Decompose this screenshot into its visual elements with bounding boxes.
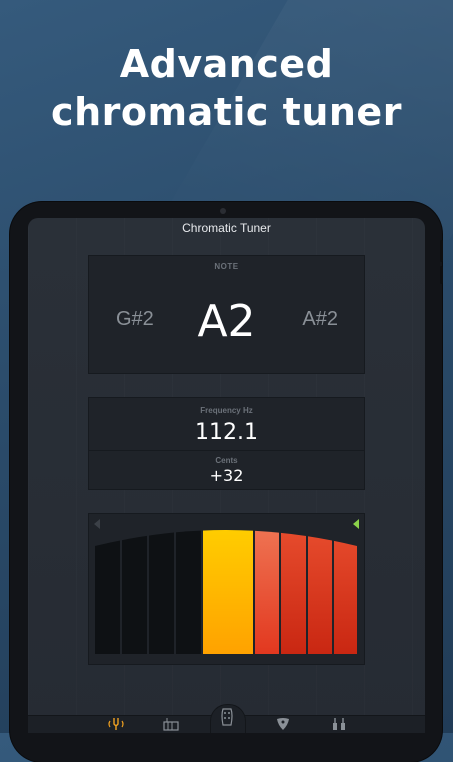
tablet-side-button (440, 266, 443, 284)
meter-bar (122, 530, 147, 654)
meter-bar (95, 530, 120, 654)
pick-tab[interactable] (268, 716, 298, 733)
headline-line-1: Advanced (119, 42, 334, 86)
meter-bar (149, 530, 174, 654)
meter-bars (95, 530, 357, 654)
keyboard-tab[interactable] (156, 716, 186, 733)
tuner-tab[interactable] (101, 716, 131, 733)
headline-line-2: chromatic tuner (51, 90, 402, 134)
note-panel: NOTE G#2 A2 A#2 (88, 255, 365, 374)
readout-panel: Frequency Hz 112.1 Cents +32 (88, 397, 365, 490)
sharp-arrow-icon (353, 519, 359, 529)
settings-tab[interactable] (324, 716, 354, 733)
note-label: NOTE (214, 262, 239, 271)
meter-bar-sharp (308, 530, 332, 654)
meter-bar-sharp (281, 530, 306, 654)
keyboard-icon (163, 718, 179, 731)
screen-title: Chromatic Tuner (182, 221, 271, 235)
tuning-fork-icon (108, 718, 124, 730)
meter-bar-center (203, 530, 253, 654)
cents-value: +32 (209, 466, 244, 485)
instrument-tab[interactable] (212, 706, 242, 726)
meter-panel (88, 513, 365, 665)
headline: Advanced chromatic tuner (0, 40, 453, 136)
bottom-tab-bar (28, 704, 425, 733)
frequency-value: 112.1 (195, 420, 258, 445)
flat-arrow-icon (94, 519, 100, 529)
next-note: A#2 (302, 308, 338, 330)
meter-bar-sharp (255, 530, 279, 654)
cents-label: Cents (215, 456, 238, 465)
tablet-side-button (440, 240, 443, 262)
pegs-icon (333, 718, 345, 730)
guitar-pick-icon (277, 718, 289, 730)
meter-bar (176, 530, 201, 654)
tuning-meter (94, 519, 359, 654)
guitar-headstock-icon (221, 708, 233, 726)
tuner-screen: Chromatic Tuner NOTE G#2 A2 A#2 Frequenc… (28, 218, 425, 733)
camera-dot (220, 208, 226, 214)
readout-divider (89, 450, 364, 451)
frequency-label: Frequency Hz (200, 406, 253, 415)
meter-bar-sharp (334, 530, 357, 654)
